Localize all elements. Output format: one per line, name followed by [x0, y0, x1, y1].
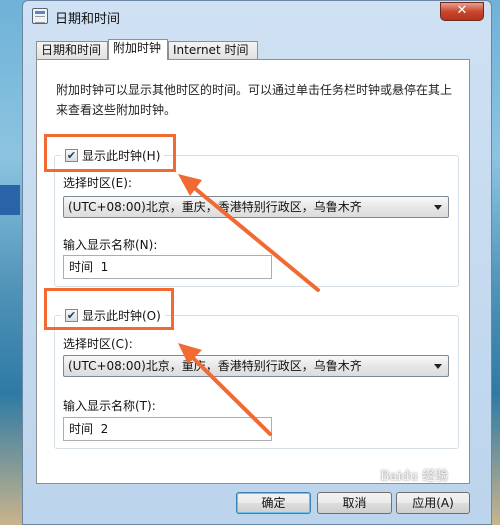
background-sign	[0, 185, 20, 215]
additional-clocks-panel: 附加时钟可以显示其他时区的时间。可以通过单击任务栏时钟或悬停在其上来查看这些附加…	[36, 59, 470, 484]
clock2-name-label: 输入显示名称(T):	[63, 399, 156, 413]
clock-app-icon	[32, 8, 48, 24]
clock2-name-input[interactable]: 时间 2	[63, 417, 272, 441]
ok-button[interactable]: 确定	[236, 492, 311, 514]
clock1-name-input[interactable]: 时间 1	[63, 255, 272, 279]
window-title: 日期和时间	[55, 12, 121, 27]
apply-button[interactable]: 应用(A)	[396, 492, 470, 514]
tab-internet-time[interactable]: Internet 时间	[168, 41, 258, 59]
highlight-box-clock1	[44, 134, 176, 172]
tab-date-time[interactable]: 日期和时间	[36, 41, 108, 59]
intro-text: 附加时钟可以显示其他时区的时间。可以通过单击任务栏时钟或悬停在其上来查看这些附加…	[56, 83, 453, 117]
clock1-timezone-label: 选择时区(E):	[63, 176, 132, 190]
date-time-dialog: 日期和时间 ✕ 日期和时间 附加时钟 Internet 时间 附加时钟可以显示其…	[22, 0, 492, 525]
cancel-button[interactable]: 取消	[317, 492, 392, 514]
title-bar: 日期和时间 ✕	[23, 1, 491, 31]
dropdown-arrow-icon	[434, 364, 442, 369]
watermark: Baidu 经验	[380, 469, 449, 484]
clock2-group: ✔ 显示此时钟(O) 选择时区(C): (UTC+08:00)北京，重庆，香港特…	[54, 306, 459, 449]
tab-additional-clocks[interactable]: 附加时钟	[108, 39, 168, 60]
dropdown-arrow-icon	[434, 205, 442, 210]
clock2-timezone-select[interactable]: (UTC+08:00)北京，重庆，香港特别行政区，乌鲁木齐	[63, 355, 449, 377]
highlight-box-clock2	[44, 288, 174, 330]
clock1-timezone-value: (UTC+08:00)北京，重庆，香港特别行政区，乌鲁木齐	[68, 200, 362, 214]
close-button[interactable]: ✕	[440, 2, 484, 21]
clock2-timezone-value: (UTC+08:00)北京，重庆，香港特别行政区，乌鲁木齐	[68, 359, 362, 373]
clock2-timezone-label: 选择时区(C):	[63, 337, 133, 351]
clock1-timezone-select[interactable]: (UTC+08:00)北京，重庆，香港特别行政区，乌鲁木齐	[63, 196, 449, 218]
clock1-name-label: 输入显示名称(N):	[63, 238, 158, 252]
clock1-group: ✔ 显示此时钟(H) 选择时区(E): (UTC+08:00)北京，重庆，香港特…	[54, 146, 459, 287]
